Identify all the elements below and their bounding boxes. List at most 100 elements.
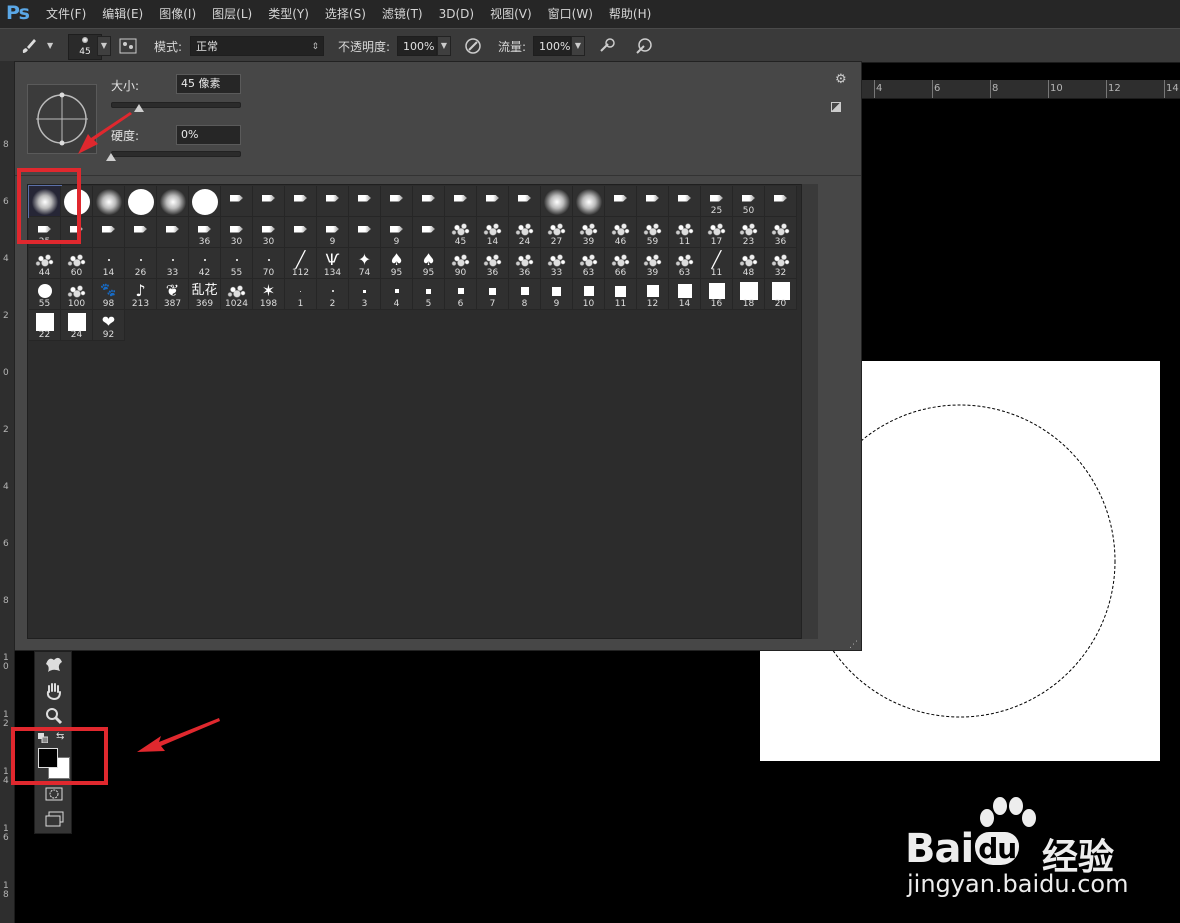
opacity-input[interactable]: 100% xyxy=(397,36,437,56)
brush-preset-item[interactable]: 59 xyxy=(637,217,669,248)
brush-preset-item[interactable] xyxy=(253,186,285,217)
brush-preset-item[interactable]: 🐾 98 xyxy=(93,279,125,310)
brush-preset-item[interactable]: 23 xyxy=(733,217,765,248)
brush-preset-item[interactable]: 55 xyxy=(29,279,61,310)
brush-preset-item[interactable]: 45 xyxy=(445,217,477,248)
brush-preset-item[interactable]: ♪ 213 xyxy=(125,279,157,310)
brush-preset-item[interactable]: 27 xyxy=(541,217,573,248)
brush-preset-item[interactable]: 25 xyxy=(701,186,733,217)
menu-item[interactable]: 选择(S) xyxy=(317,0,374,28)
brush-preset-item[interactable]: 22 xyxy=(29,310,61,341)
brush-preset-item[interactable]: 8 xyxy=(509,279,541,310)
brush-preset-item[interactable]: 30 xyxy=(221,217,253,248)
brush-preset-dropdown[interactable]: ▼ xyxy=(97,36,111,56)
brush-preset-item[interactable]: 55 xyxy=(221,248,253,279)
quick-mask-icon[interactable] xyxy=(44,786,64,802)
hardness-input[interactable]: 0% xyxy=(176,125,241,145)
size-slider-thumb[interactable] xyxy=(134,104,145,112)
brush-preset-item[interactable] xyxy=(637,186,669,217)
brush-preset-item[interactable]: 90 xyxy=(445,248,477,279)
brush-preset-item[interactable]: ╱ 112 xyxy=(285,248,317,279)
brush-preset-item[interactable]: 26 xyxy=(125,248,157,279)
brush-preset-item[interactable]: 32 xyxy=(765,248,797,279)
brush-preset-item[interactable]: 17 xyxy=(701,217,733,248)
size-input[interactable]: 45 像素 xyxy=(176,74,241,94)
brush-preset-item[interactable]: ✦ 74 xyxy=(349,248,381,279)
brush-preset-item[interactable]: 39 xyxy=(637,248,669,279)
brush-preset-item[interactable]: ❦ 387 xyxy=(157,279,189,310)
brush-preset-item[interactable]: 24 xyxy=(509,217,541,248)
brush-preset-item[interactable] xyxy=(349,186,381,217)
brush-preset-item[interactable]: 7 xyxy=(477,279,509,310)
brush-preset-item[interactable]: 36 xyxy=(765,217,797,248)
menu-item[interactable]: 文件(F) xyxy=(38,0,94,28)
brush-preset-item[interactable]: 70 xyxy=(253,248,285,279)
brush-tool-icon[interactable] xyxy=(18,35,40,57)
brush-preset-item[interactable]: ❤ 92 xyxy=(93,310,125,341)
brush-preset-item[interactable]: ♠ 95 xyxy=(381,248,413,279)
menu-item[interactable]: 帮助(H) xyxy=(601,0,659,28)
brush-preset-item[interactable]: 48 xyxy=(733,248,765,279)
brush-preset-item[interactable]: 5 xyxy=(413,279,445,310)
brush-preset-item[interactable] xyxy=(285,217,317,248)
flow-input[interactable]: 100% xyxy=(533,36,571,56)
brush-preset-item[interactable]: 18 xyxy=(733,279,765,310)
brush-preset-item[interactable]: 36 xyxy=(509,248,541,279)
brush-preset-item[interactable]: 46 xyxy=(605,217,637,248)
zoom-tool-icon[interactable] xyxy=(44,706,64,726)
brush-preset-item[interactable]: 4 xyxy=(381,279,413,310)
brush-preset-item[interactable] xyxy=(573,186,605,217)
menu-item[interactable]: 编辑(E) xyxy=(94,0,151,28)
brush-preset-item[interactable]: 36 xyxy=(189,217,221,248)
brush-preset-item[interactable] xyxy=(445,186,477,217)
brush-preset-item[interactable]: 39 xyxy=(573,217,605,248)
brush-preset-item[interactable] xyxy=(317,186,349,217)
brush-preset-item[interactable]: 63 xyxy=(573,248,605,279)
brush-preset-item[interactable] xyxy=(605,186,637,217)
brush-preset-item[interactable] xyxy=(509,186,541,217)
brush-preset-item[interactable] xyxy=(413,186,445,217)
brush-preset-item[interactable] xyxy=(157,217,189,248)
brush-preset-item[interactable]: ✶ 198 xyxy=(253,279,285,310)
pressure-size-icon[interactable] xyxy=(633,35,655,57)
menu-item[interactable]: 图层(L) xyxy=(204,0,260,28)
panel-settings-gear-icon[interactable]: ⚙ xyxy=(835,72,847,87)
screen-mode-icon[interactable] xyxy=(44,810,66,828)
brush-preset-item[interactable]: 42 xyxy=(189,248,221,279)
brush-preset-item[interactable]: 1 xyxy=(285,279,317,310)
brush-preset-item[interactable]: 3 xyxy=(349,279,381,310)
brush-preset-item[interactable]: 11 xyxy=(669,217,701,248)
brush-preset-item[interactable]: 100 xyxy=(61,279,93,310)
brush-preset-item[interactable]: 66 xyxy=(605,248,637,279)
hand-tool-icon[interactable] xyxy=(43,680,65,702)
pressure-opacity-icon[interactable] xyxy=(462,35,484,57)
brush-preset-item[interactable]: 12 xyxy=(637,279,669,310)
brush-preset-item[interactable]: 9 xyxy=(541,279,573,310)
brush-preset-item[interactable]: 60 xyxy=(61,248,93,279)
brush-preset-item[interactable]: 63 xyxy=(669,248,701,279)
brush-preset-item[interactable] xyxy=(477,186,509,217)
menu-item[interactable]: 图像(I) xyxy=(151,0,204,28)
brush-preset-item[interactable]: 14 xyxy=(669,279,701,310)
brush-preset-item[interactable]: 2 xyxy=(317,279,349,310)
brush-panel-toggle-icon[interactable] xyxy=(117,35,139,57)
brush-preset-item[interactable]: 11 xyxy=(605,279,637,310)
new-preset-icon[interactable] xyxy=(831,102,841,112)
size-slider[interactable] xyxy=(111,102,241,108)
flow-dropdown[interactable]: ▼ xyxy=(571,36,585,56)
brush-preset-item[interactable]: 33 xyxy=(541,248,573,279)
brush-preset-item[interactable]: 1024 xyxy=(221,279,253,310)
brush-preset-item[interactable] xyxy=(157,186,189,217)
brush-preset-item[interactable] xyxy=(541,186,573,217)
menu-item[interactable]: 窗口(W) xyxy=(540,0,601,28)
brush-preset-item[interactable]: 14 xyxy=(477,217,509,248)
brush-preset-item[interactable] xyxy=(93,186,125,217)
resize-grip-icon[interactable]: ⋰ xyxy=(849,640,858,650)
brush-preset-item[interactable]: 6 xyxy=(445,279,477,310)
brush-preset-item[interactable]: 30 xyxy=(253,217,285,248)
brush-preset-item[interactable] xyxy=(189,186,221,217)
brush-preset-item[interactable]: 33 xyxy=(157,248,189,279)
mode-select[interactable]: 正常 ⇕ xyxy=(190,36,324,56)
brush-preset-item[interactable] xyxy=(285,186,317,217)
brush-preset-item[interactable] xyxy=(93,217,125,248)
